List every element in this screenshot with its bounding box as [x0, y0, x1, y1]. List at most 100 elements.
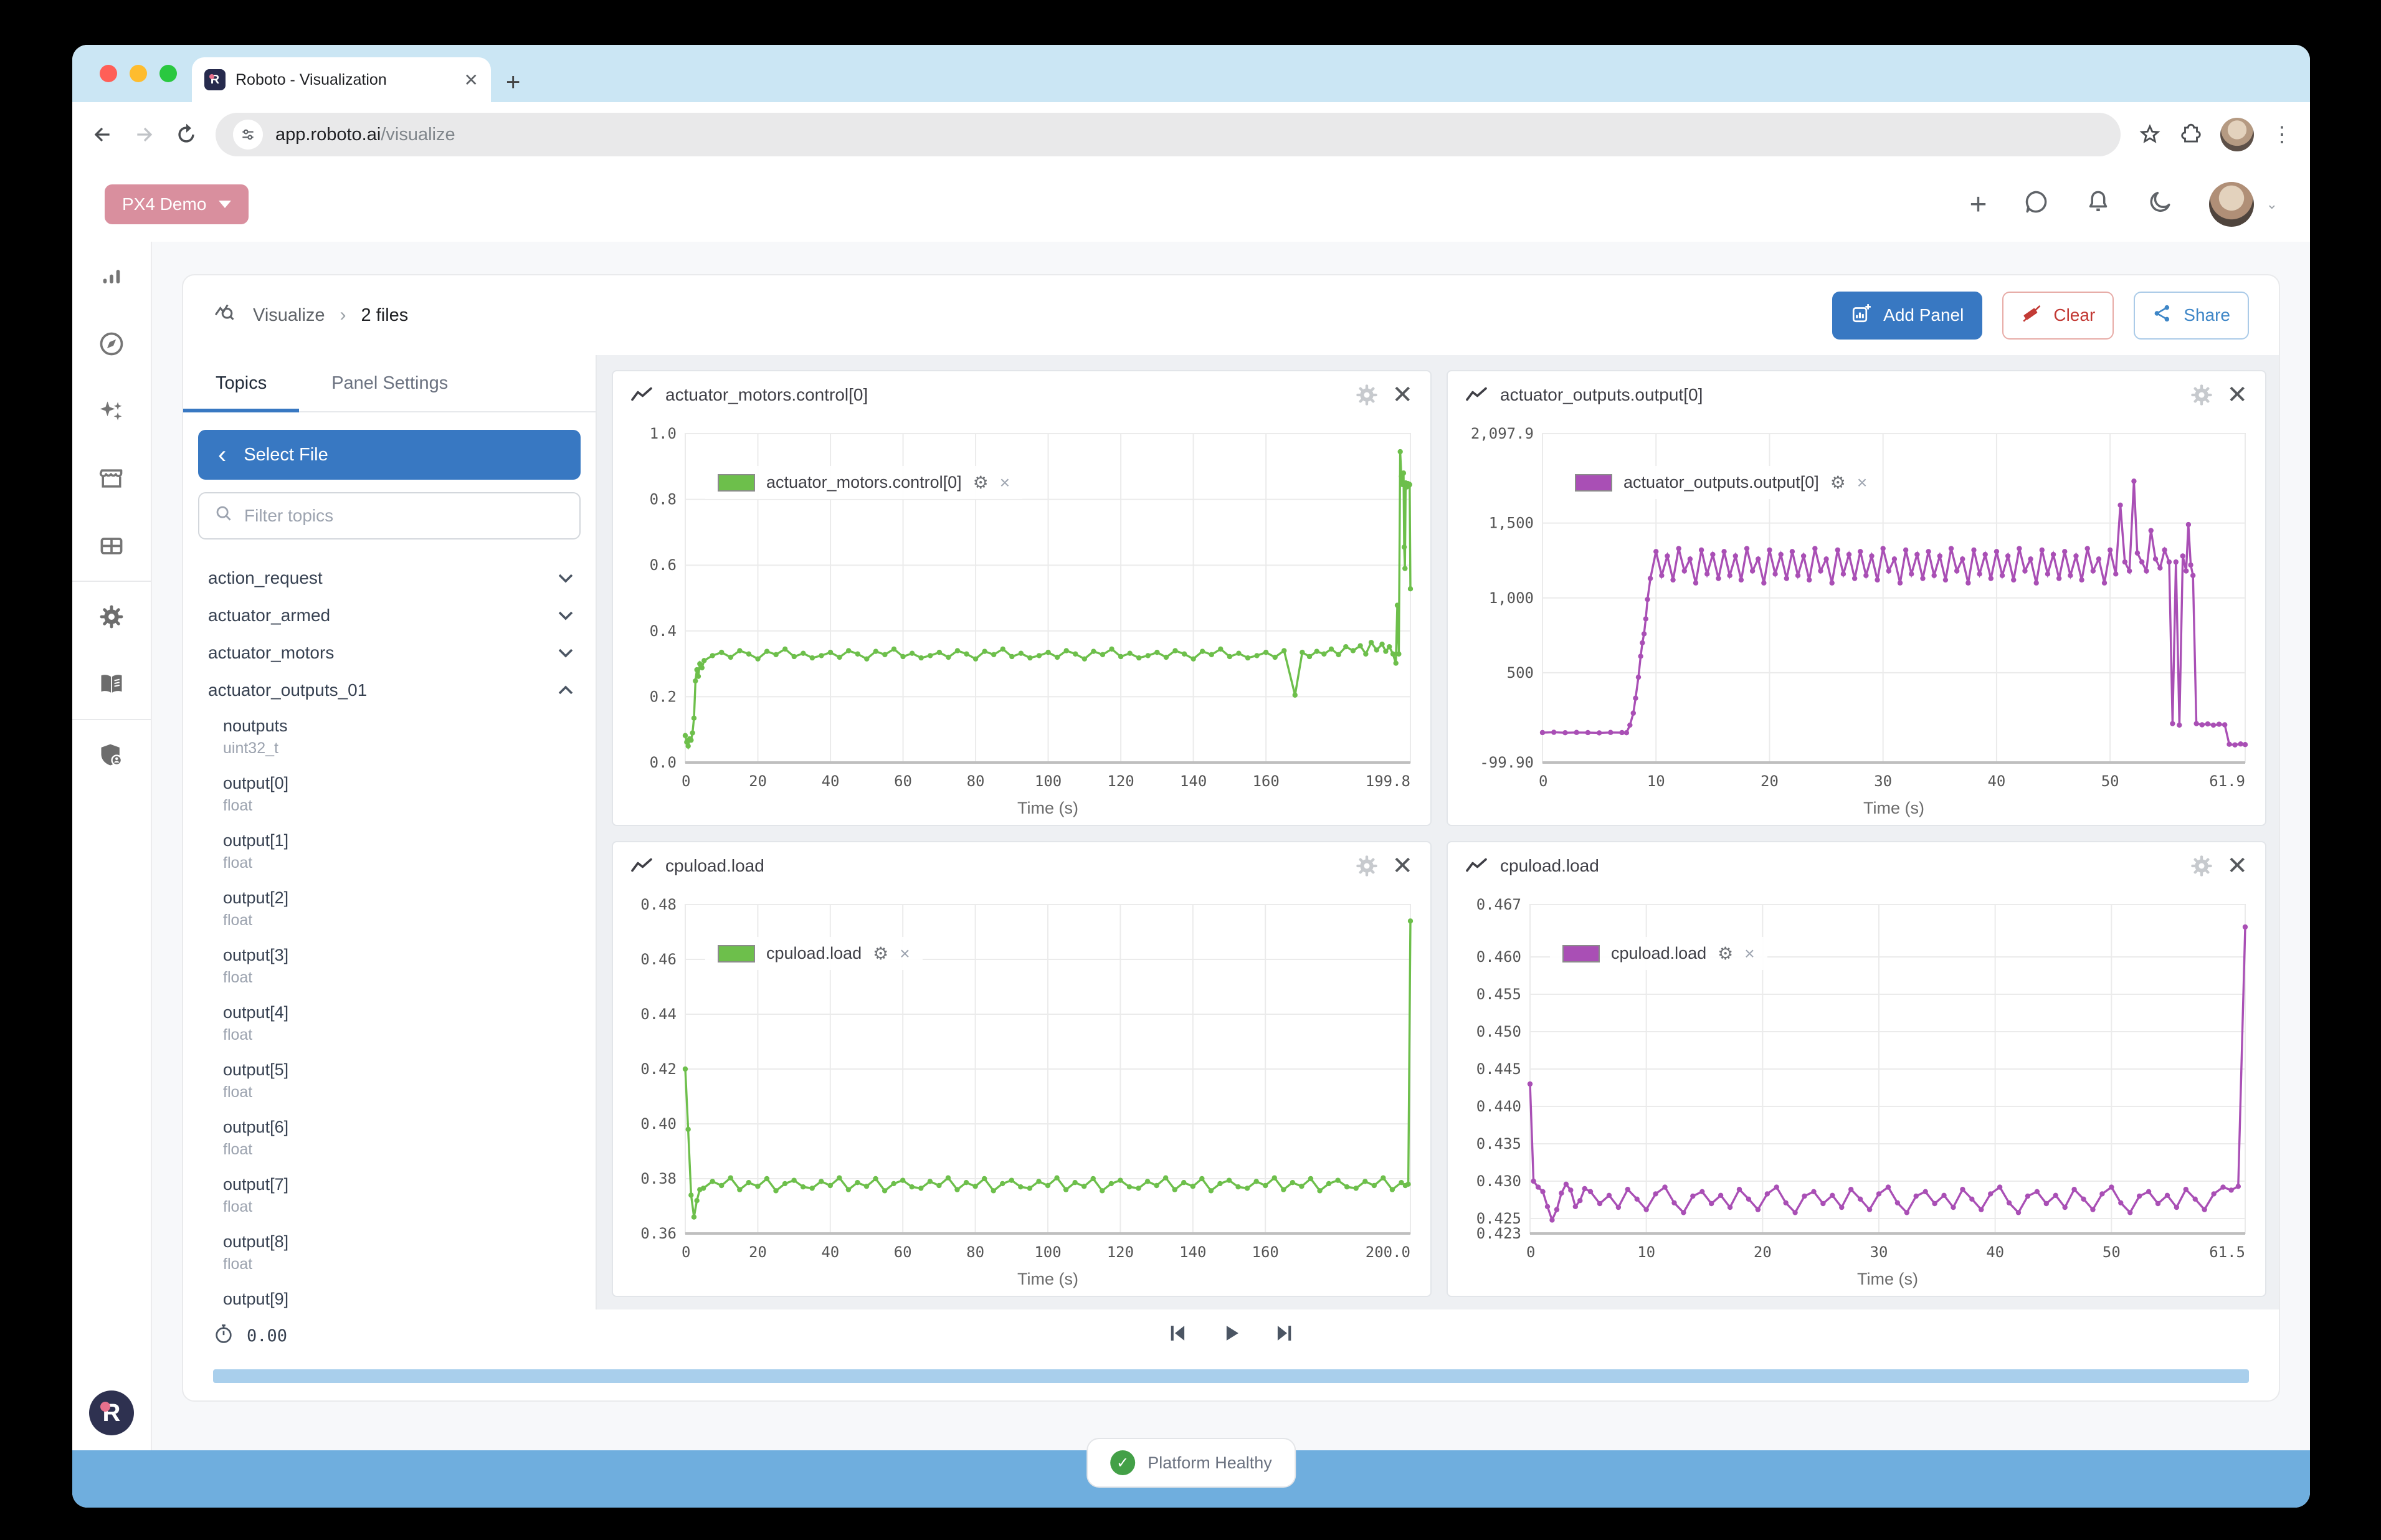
topic-field[interactable]: output[7]float [193, 1167, 588, 1225]
topic-field[interactable]: output[2]float [193, 881, 588, 938]
panel-close-icon[interactable]: ✕ [1392, 383, 1413, 407]
user-avatar[interactable] [2209, 182, 2254, 227]
topic-row[interactable]: actuator_armed [193, 597, 588, 634]
browser-tab[interactable]: R Roboto - Visualization ✕ [192, 57, 491, 102]
rail-settings-gear-icon[interactable] [97, 602, 126, 632]
back-button[interactable] [90, 122, 115, 147]
browser-profile-avatar[interactable] [2220, 118, 2254, 151]
minimize-window-button[interactable] [130, 65, 147, 82]
legend-settings-gear-icon[interactable]: ⚙ [873, 943, 888, 964]
timeline-scrubber[interactable] [213, 1369, 2249, 1383]
play-button[interactable] [1219, 1321, 1243, 1350]
legend-settings-gear-icon[interactable]: ⚙ [1718, 943, 1733, 964]
svg-text:0.450: 0.450 [1476, 1023, 1521, 1040]
topic-field[interactable]: output[4]float [193, 996, 588, 1053]
topic-field[interactable]: output[5]float [193, 1053, 588, 1110]
topic-field[interactable]: output[6]float [193, 1110, 588, 1167]
account-chevron-down-icon[interactable]: ⌄ [2266, 196, 2278, 212]
topic-field[interactable]: output[9]float [193, 1282, 588, 1309]
svg-text:0.445: 0.445 [1476, 1060, 1521, 1078]
create-new-button[interactable]: + [1970, 188, 1987, 222]
rail-analytics-bar-chart-icon[interactable] [97, 262, 126, 292]
add-panel-button[interactable]: Add Panel [1832, 292, 1982, 340]
reload-button[interactable] [174, 123, 198, 146]
legend-label: cpuload.load [766, 944, 862, 963]
topic-row[interactable]: action_request [193, 559, 588, 597]
svg-text:60: 60 [894, 1243, 912, 1261]
forward-button[interactable] [132, 122, 157, 147]
legend-remove-icon[interactable]: × [900, 944, 910, 964]
filter-topics-input[interactable] [244, 506, 564, 526]
topic-name: actuator_armed [208, 606, 330, 625]
svg-text:Time (s): Time (s) [1017, 1270, 1078, 1288]
rail-admin-shield-icon[interactable] [97, 740, 126, 770]
panel-settings-gear-icon[interactable] [2189, 853, 2214, 878]
notifications-bell-icon[interactable] [2084, 188, 2112, 221]
bookmark-star-icon[interactable] [2138, 123, 2162, 146]
url-bar[interactable]: app.roboto.ai/visualize [216, 113, 2121, 156]
tab-panel-settings[interactable]: Panel Settings [299, 355, 480, 411]
svg-text:0: 0 [682, 1243, 690, 1261]
field-type: float [223, 1196, 573, 1217]
topic-row[interactable]: actuator_motors [193, 634, 588, 672]
site-settings-icon[interactable] [233, 120, 263, 150]
panel-settings-gear-icon[interactable] [1354, 383, 1379, 407]
topic-row[interactable]: actuator_outputs_01 [193, 672, 588, 709]
rail-group-admin [72, 719, 151, 790]
chart-panel-actuator-motors: actuator_motors.control[0] ✕ 1.00.80.60.… [612, 370, 1432, 826]
legend-remove-icon[interactable]: × [1744, 944, 1754, 964]
topic-field[interactable]: output[1]float [193, 824, 588, 881]
rail-store-icon[interactable] [97, 463, 126, 493]
panel-header: actuator_motors.control[0] ✕ [613, 371, 1430, 419]
panel-settings-gear-icon[interactable] [2189, 383, 2214, 407]
share-button[interactable]: Share [2134, 292, 2249, 340]
tab-topics[interactable]: Topics [183, 355, 299, 411]
skip-to-end-button[interactable] [1273, 1321, 1296, 1350]
svg-text:100: 100 [1034, 1243, 1061, 1261]
tab-close-icon[interactable]: ✕ [464, 70, 478, 90]
clear-button[interactable]: Clear [2002, 292, 2114, 340]
new-tab-button[interactable]: + [506, 70, 520, 95]
rail-ai-sparkles-icon[interactable] [97, 396, 126, 426]
line-chart-icon [1465, 384, 1488, 406]
topic-field[interactable]: output[8]float [193, 1225, 588, 1282]
panel-settings-gear-icon[interactable] [1354, 853, 1379, 878]
panel-close-icon[interactable]: ✕ [2227, 383, 2248, 407]
app-header: PX4 Demo + [72, 167, 2310, 242]
legend-remove-icon[interactable]: × [1000, 473, 1010, 493]
legend-swatch [1575, 474, 1612, 492]
theme-moon-icon[interactable] [2147, 188, 2174, 221]
topic-field[interactable]: output[3]float [193, 938, 588, 996]
visualize-chart-search-icon [213, 300, 238, 330]
breadcrumb-root[interactable]: Visualize [253, 305, 325, 326]
legend-settings-gear-icon[interactable]: ⚙ [1830, 472, 1846, 493]
browser-titlebar: R Roboto - Visualization ✕ + [72, 45, 2310, 102]
close-window-button[interactable] [100, 65, 117, 82]
svg-text:0.48: 0.48 [640, 896, 677, 913]
line-chart-icon [630, 384, 653, 406]
extensions-icon[interactable] [2179, 123, 2203, 146]
legend-swatch [718, 945, 755, 962]
field-type: uint32_t [223, 738, 573, 759]
select-file-button[interactable]: ‹ Select File [198, 430, 581, 480]
org-switcher-button[interactable]: PX4 Demo [105, 184, 249, 224]
browser-menu-icon[interactable]: ⋮ [2271, 122, 2293, 147]
legend-remove-icon[interactable]: × [1857, 473, 1867, 493]
zoom-window-button[interactable] [159, 65, 177, 82]
rail-docs-book-icon[interactable] [97, 669, 126, 699]
svg-text:10: 10 [1637, 1243, 1655, 1261]
topic-field[interactable]: noutputsuint32_t [193, 709, 588, 766]
skip-to-start-button[interactable] [1166, 1321, 1189, 1350]
panel-close-icon[interactable]: ✕ [1392, 853, 1413, 878]
rail-panels-grid-icon[interactable] [97, 531, 126, 561]
topic-field[interactable]: output[0]float [193, 766, 588, 824]
rail-explore-compass-icon[interactable] [97, 329, 126, 359]
svg-text:30: 30 [1870, 1243, 1888, 1261]
panel-close-icon[interactable]: ✕ [2227, 853, 2248, 878]
clear-eraser-icon [2021, 303, 2042, 328]
stopwatch-icon [213, 1323, 234, 1349]
chat-icon[interactable] [2022, 188, 2050, 221]
toolbar-actions: Add Panel Clear [1832, 292, 2249, 340]
field-type: float [223, 1253, 573, 1275]
legend-settings-gear-icon[interactable]: ⚙ [973, 472, 989, 493]
